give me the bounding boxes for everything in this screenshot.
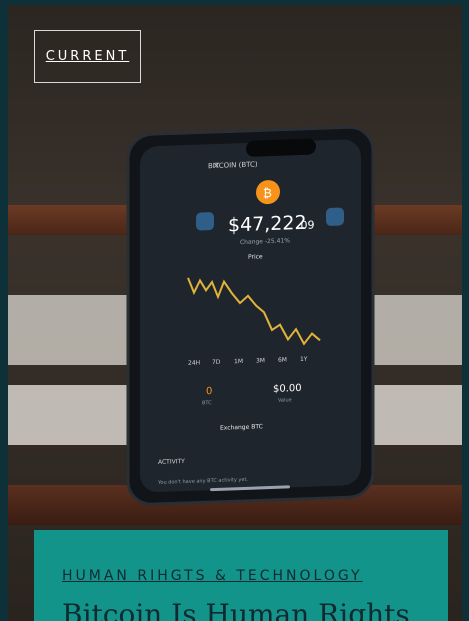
value-amount: $0.00 — [273, 383, 302, 395]
svg-text:₿: ₿ — [263, 186, 272, 200]
send-icon — [196, 212, 214, 231]
exchange-label: Exchange BTC — [220, 423, 263, 431]
article-card[interactable]: HUMAN RIHGTS & TECHNOLOGY Bitcoin Is Hum… — [34, 530, 448, 621]
close-icon: × — [213, 161, 220, 170]
phone-price-cents: .09 — [297, 218, 314, 232]
range-7d: 7D — [212, 359, 221, 366]
phone-tab-price: Price — [248, 253, 263, 261]
btc-amount: 0 — [206, 386, 212, 397]
value-label: Value — [278, 397, 292, 403]
phone-screen — [140, 139, 361, 492]
range-1y: 1Y — [300, 356, 308, 363]
activity-label: ACTIVITY — [158, 458, 185, 466]
btc-label: BTC — [202, 400, 212, 406]
receive-icon — [326, 207, 344, 226]
hero-image: BITCOIN (BTC) × ₿ $47,222 .09 Change -25… — [8, 5, 462, 621]
phone-price: $47,222 — [228, 212, 307, 237]
range-24h: 24H — [188, 359, 200, 366]
range-3m: 3M — [256, 357, 265, 364]
phone-illustration: BITCOIN (BTC) × ₿ $47,222 .09 Change -25… — [126, 125, 375, 506]
current-badge[interactable]: CURRENT — [34, 30, 141, 83]
article-title[interactable]: Bitcoin Is Human Rights — [62, 598, 410, 621]
phone-notch — [246, 138, 316, 157]
current-label: CURRENT — [45, 49, 130, 64]
right-frame — [462, 0, 469, 621]
left-frame — [0, 0, 8, 621]
page: BITCOIN (BTC) × ₿ $47,222 .09 Change -25… — [0, 0, 469, 621]
range-1m: 1M — [234, 358, 243, 365]
range-6m: 6M — [278, 356, 287, 363]
category-link[interactable]: HUMAN RIHGTS & TECHNOLOGY — [62, 568, 363, 584]
